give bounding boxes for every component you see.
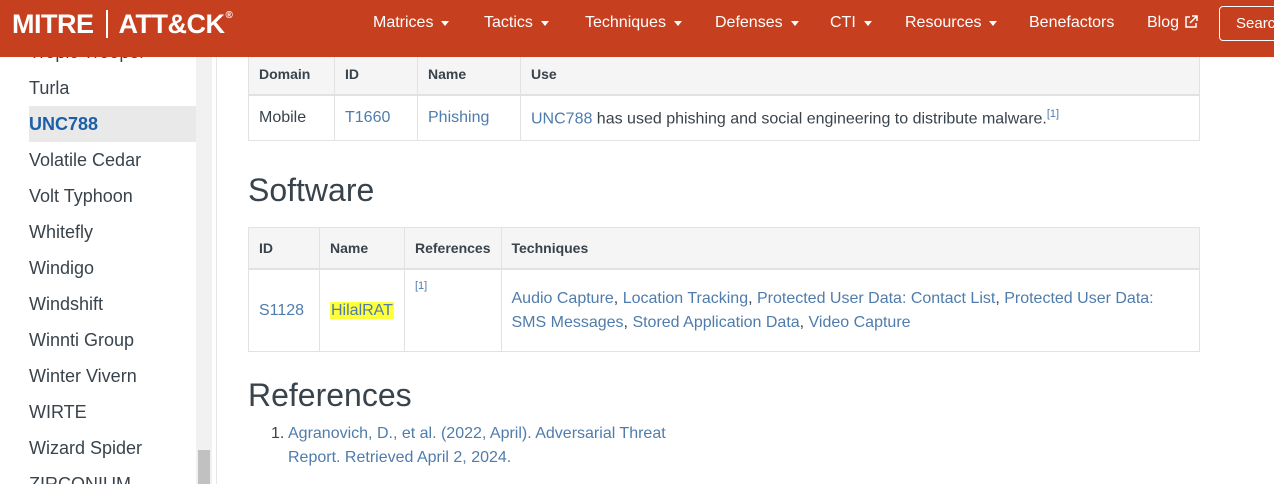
column-header-use: Use [520,53,1200,96]
sidebar-item-zirconium[interactable]: ZIRCONIUM [0,466,196,484]
software-name-link[interactable]: HilalRAT [330,301,394,319]
column-header-domain: Domain [248,53,335,96]
reference-number: 1. [271,425,285,442]
cell-use: UNC788 has used phishing and social engi… [520,94,1200,141]
references-heading: References [248,377,412,413]
cell-id: T1660 [334,94,418,141]
chevron-down-icon [989,20,998,26]
technique-id-link[interactable]: T1660 [345,109,390,126]
logo-attack: ATT&CK [118,8,225,39]
nav-matrices-label: Matrices [373,14,434,31]
sidebar-item-winter-vivern[interactable]: Winter Vivern [0,358,196,394]
nav-techniques[interactable]: Techniques [585,0,682,46]
nav-resources-label: Resources [905,14,982,31]
chevron-down-icon [673,20,682,26]
software-id-link[interactable]: S1128 [259,302,304,319]
sidebar-item-volt-typhoon[interactable]: Volt Typhoon [0,178,196,214]
table-row: S1128 HilalRAT [1] Audio Capture, Locati… [248,268,1200,352]
sidebar-scrollbar-thumb[interactable] [198,450,210,484]
nav-defenses[interactable]: Defenses [715,0,799,46]
technique-name-link[interactable]: Phishing [428,109,489,126]
sidebar-item-whitefly[interactable]: Whitefly [0,214,196,250]
table-header-row: Domain ID Name Use [248,53,1200,96]
nav-benefactors-label: Benefactors [1029,14,1115,31]
sidebar-item-tropic-trooper[interactable]: Tropic Trooper [0,57,196,70]
chevron-down-icon [790,20,799,26]
cell-techniques: Audio Capture, Location Tracking, Protec… [500,268,1200,352]
logo-registered-mark: ® [225,9,233,21]
chevron-down-icon [540,20,549,26]
sidebar-item-windigo[interactable]: Windigo [0,250,196,286]
nav-benefactors[interactable]: Benefactors [1029,0,1114,46]
top-navbar: MITRE ATT&CK ® Matrices Tactics Techniqu… [0,0,1274,57]
nav-tactics[interactable]: Tactics [484,0,549,46]
sidebar: Tropic Trooper Turla UNC788 Volatile Ced… [0,57,217,484]
column-header-id: ID [248,227,320,270]
chevron-down-icon [863,20,872,26]
nav-matrices[interactable]: Matrices [373,0,450,46]
external-link-icon [1184,14,1198,32]
sidebar-item-turla[interactable]: Turla [0,70,196,106]
nav-blog[interactable]: Blog [1147,0,1198,46]
reference-link[interactable]: [1] [415,280,427,292]
nav-tactics-label: Tactics [484,14,533,31]
techniques-used-table: Domain ID Name Use Mobile T1660 Phishing… [248,53,1200,141]
cell-references: [1] [404,268,502,352]
reference-link[interactable]: [1] [1047,108,1059,120]
cell-id: S1128 [248,268,320,352]
table-header-row: ID Name References Techniques [248,227,1200,270]
group-link[interactable]: UNC788 [531,110,592,127]
column-header-name: Name [319,227,405,270]
sidebar-item-unc788[interactable]: UNC788 [29,106,196,142]
column-header-name: Name [417,53,521,96]
nav-cti-label: CTI [830,14,856,31]
logo-divider [105,10,108,38]
table-row: Mobile T1660 Phishing UNC788 has used ph… [248,94,1200,141]
nav-techniques-label: Techniques [585,14,666,31]
mitre-attack-logo[interactable]: MITRE ATT&CK ® [12,7,233,41]
technique-link-contact-list[interactable]: Protected User Data: Contact List [757,290,995,307]
technique-link-location-tracking[interactable]: Location Tracking [623,290,748,307]
cell-name: HilalRAT [319,268,405,352]
software-heading: Software [248,172,375,208]
technique-link-video-capture[interactable]: Video Capture [809,314,911,331]
nav-cti[interactable]: CTI [830,0,872,46]
sidebar-scrollbar[interactable] [196,57,212,484]
nav-blog-label: Blog [1147,14,1180,31]
nav-defenses-label: Defenses [715,14,783,31]
sidebar-item-volatile-cedar[interactable]: Volatile Cedar [0,142,196,178]
use-description: has used phishing and social engineering… [592,110,1047,128]
technique-link-stored-application-data[interactable]: Stored Application Data [632,314,799,331]
column-header-techniques: Techniques [500,227,1200,270]
chevron-down-icon [441,20,450,26]
sidebar-group-list: Tropic Trooper Turla UNC788 Volatile Ced… [0,57,196,484]
sidebar-item-winnti-group[interactable]: Winnti Group [0,322,196,358]
sidebar-item-wizard-spider[interactable]: Wizard Spider [0,430,196,466]
logo-mitre: MITRE [12,8,94,39]
column-header-references: References [404,227,502,270]
cell-name: Phishing [417,94,521,141]
cell-domain: Mobile [248,94,335,141]
column-header-id: ID [334,53,418,96]
reference-item[interactable]: Agranovich, D., et al. (2022, April). Ad… [271,422,691,470]
search-input[interactable] [1219,6,1274,41]
references-list: 1. Agranovich, D., et al. (2022, April).… [271,422,691,470]
technique-link-audio-capture[interactable]: Audio Capture [512,290,614,307]
nav-resources[interactable]: Resources [905,0,998,46]
sidebar-item-wirte[interactable]: WIRTE [0,394,196,430]
software-table: ID Name References Techniques S1128 Hila… [248,227,1200,352]
sidebar-item-windshift[interactable]: Windshift [0,286,196,322]
